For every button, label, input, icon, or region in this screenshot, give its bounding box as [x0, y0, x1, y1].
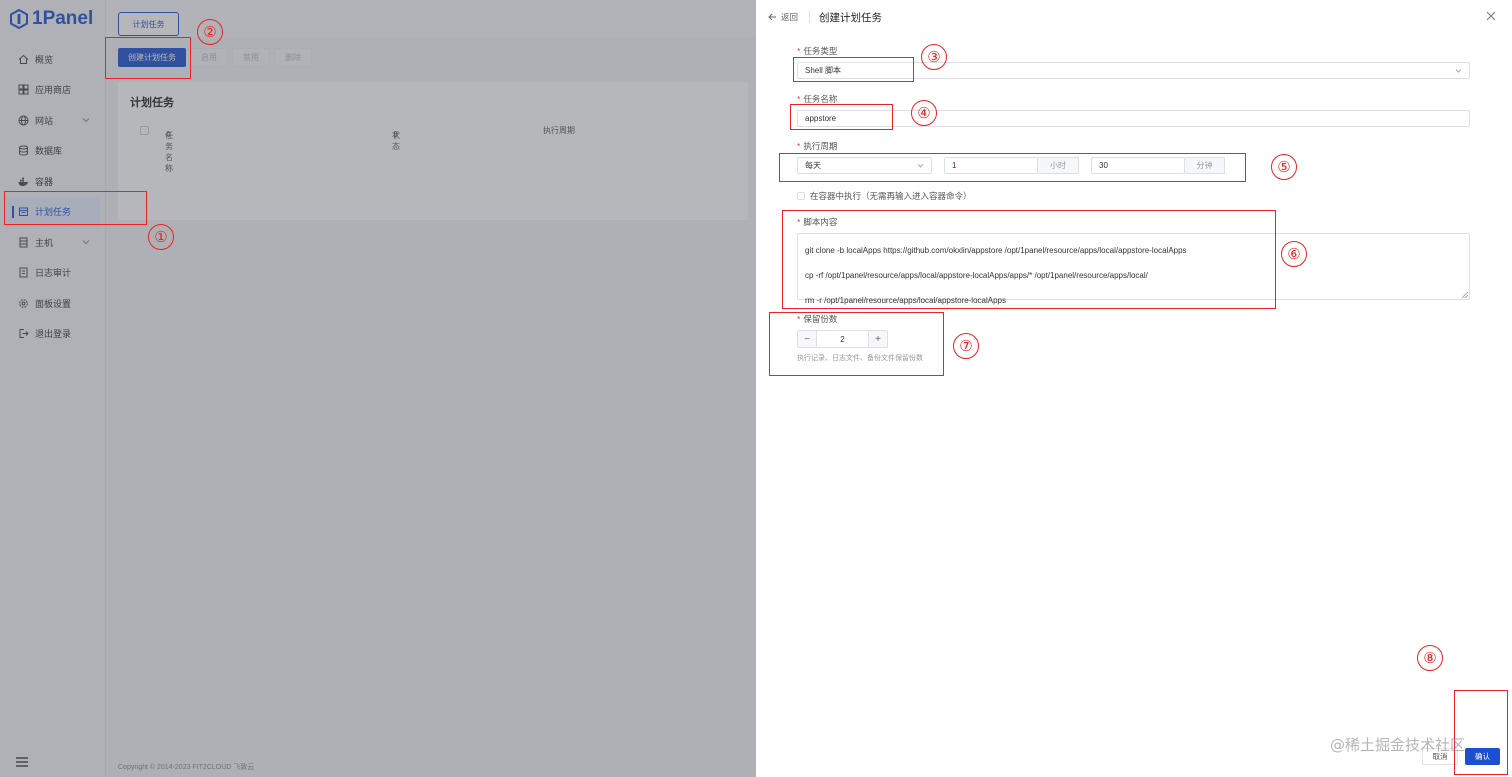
- chevron-down-icon: [1455, 69, 1462, 73]
- annotation-box-7: [769, 312, 944, 376]
- annotation-number: ⑤: [1271, 154, 1297, 180]
- close-icon[interactable]: [1486, 11, 1496, 21]
- header-divider: [809, 11, 810, 23]
- back-label: 返回: [781, 12, 799, 22]
- drawer-title: 创建计划任务: [819, 12, 882, 24]
- annotation-number: ④: [911, 100, 937, 126]
- drawer-header: 返回 创建计划任务: [756, 0, 1512, 34]
- task-type-label: * 任务类型: [797, 46, 838, 56]
- annotation-box-1: [4, 191, 147, 225]
- annotation-box-5: [779, 153, 1246, 182]
- annotation-box-3: [793, 57, 914, 82]
- annotation-number: ⑥: [1281, 241, 1307, 267]
- back-button[interactable]: 返回: [768, 11, 798, 23]
- annotation-number: ③: [921, 44, 947, 70]
- annotation-box-4: [790, 104, 893, 130]
- modal-overlay[interactable]: [0, 0, 756, 777]
- annotation-number: ①: [148, 224, 174, 250]
- in-container-checkbox[interactable]: [797, 192, 805, 200]
- annotation-number: ⑦: [953, 333, 979, 359]
- annotation-number: ⑧: [1417, 645, 1443, 671]
- resize-handle-icon[interactable]: [1462, 292, 1468, 298]
- task-name-input[interactable]: appstore: [797, 110, 1470, 127]
- annotation-number: ②: [197, 19, 223, 45]
- watermark: @稀土掘金技术社区: [1330, 736, 1466, 754]
- annotation-box-8: [1454, 690, 1508, 775]
- cycle-label: * 执行周期: [797, 141, 838, 151]
- in-container-option[interactable]: 在容器中执行（无需再输入进入容器命令）: [797, 190, 972, 202]
- annotation-box-6: [782, 210, 1276, 309]
- annotation-box-2: [105, 37, 191, 79]
- in-container-label: 在容器中执行（无需再输入进入容器命令）: [810, 191, 972, 201]
- arrow-left-icon: [768, 13, 776, 21]
